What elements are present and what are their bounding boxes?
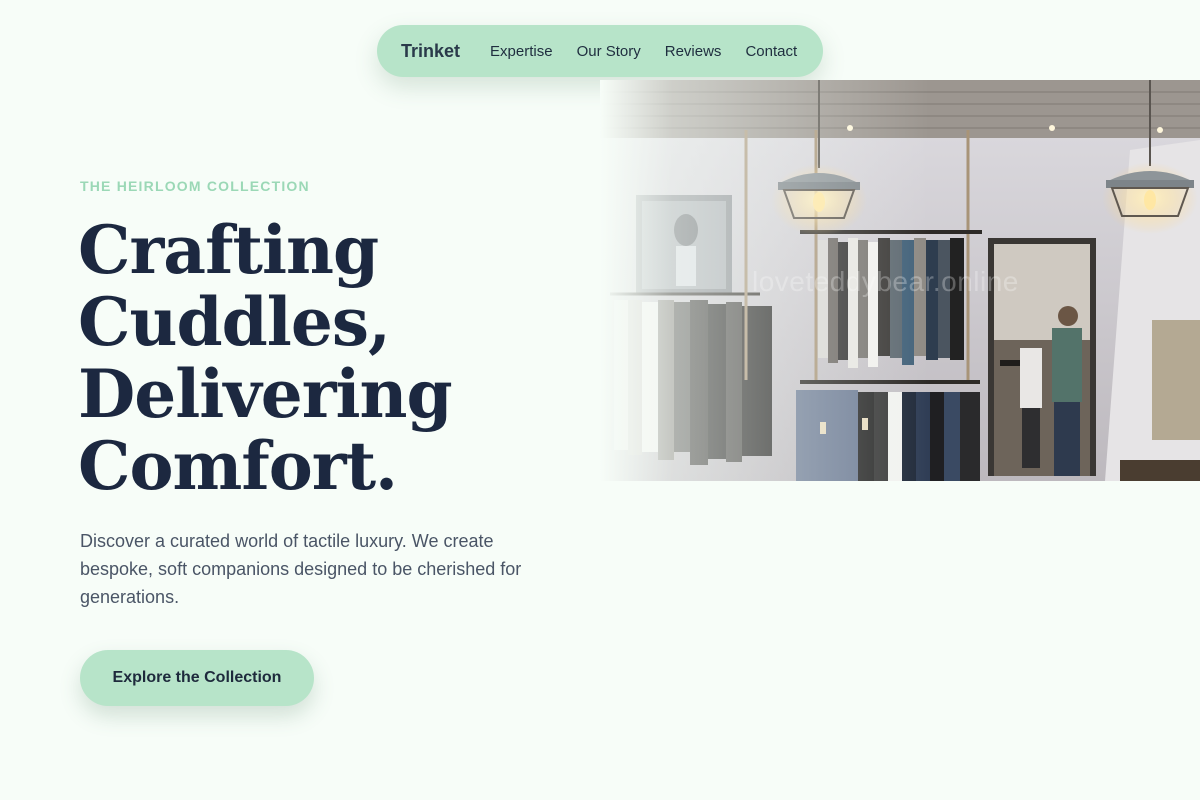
nav-links: Expertise Our Story Reviews Contact	[490, 43, 797, 60]
brand-logo[interactable]: Trinket	[401, 41, 460, 62]
nav-link-contact[interactable]: Contact	[745, 43, 797, 60]
hero-headline: Crafting Cuddles, Delivering Comfort.	[78, 211, 453, 505]
image-watermark: loveteddybear.online	[752, 266, 1019, 297]
nav-link-reviews[interactable]: Reviews	[665, 43, 722, 60]
headline-line-1: Crafting	[78, 211, 379, 289]
nav-link-our-story[interactable]: Our Story	[577, 43, 641, 60]
main-nav: Trinket Expertise Our Story Reviews Cont…	[377, 25, 823, 77]
hero-description: Discover a curated world of tactile luxu…	[80, 531, 522, 607]
headline-line-4: Comfort.	[78, 427, 398, 505]
headline-line-2: Cuddles,	[78, 283, 391, 361]
explore-collection-button[interactable]: Explore the Collection	[80, 650, 314, 706]
headline-line-3: Delivering	[78, 355, 453, 433]
hero-eyebrow: THE HEIRLOOM COLLECTION	[80, 178, 310, 194]
nav-link-expertise[interactable]: Expertise	[490, 43, 553, 60]
